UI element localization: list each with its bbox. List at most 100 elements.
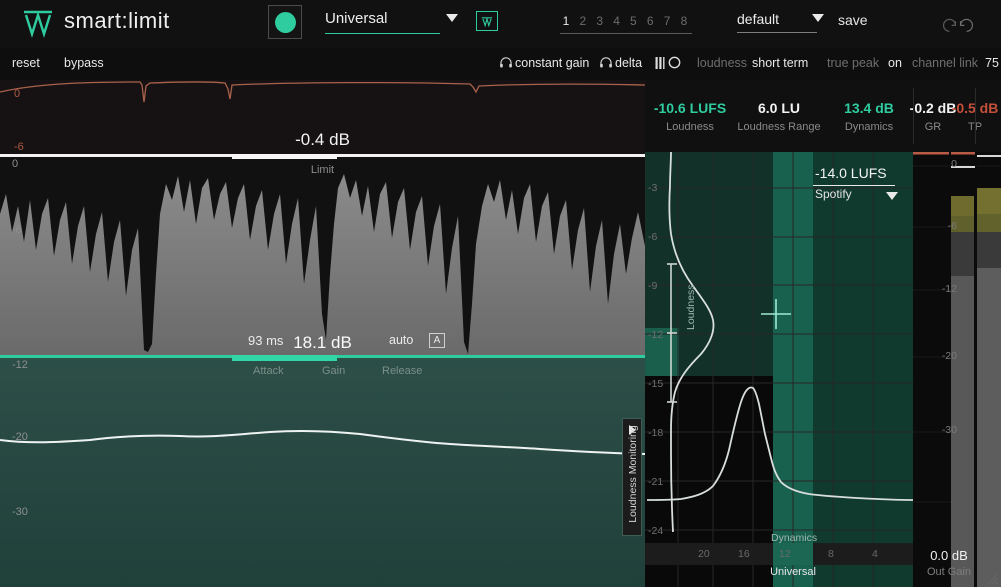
gain-handle[interactable] — [232, 355, 337, 361]
limit-label: Limit — [310, 164, 335, 176]
metric-label: Loudness — [666, 121, 714, 133]
chevron-down-icon[interactable] — [886, 192, 898, 200]
meter-scale--6: -6 — [947, 220, 957, 232]
preset-underline — [325, 33, 440, 34]
analyser-ytick--18: -18 — [648, 427, 664, 439]
preset-slot-2[interactable]: 2 — [577, 14, 589, 28]
release-value[interactable]: auto — [389, 333, 413, 347]
crosshair-icon — [761, 299, 791, 329]
waveform-ytick-20: -20 — [12, 431, 28, 443]
attack-label: Attack — [253, 365, 284, 377]
meter-scale-0: 0 — [951, 158, 957, 170]
header-bar: smart:limit Universal 12345678 default s… — [0, 0, 1001, 48]
delta-toggle[interactable]: delta — [615, 56, 642, 70]
slots-underline — [560, 33, 692, 34]
waveform-panel: 0 -6 0 -6 -12 -20 -30 -0.4 dB Limit 93 m… — [0, 80, 646, 587]
ab-underline — [737, 32, 817, 33]
headphones-icon — [600, 57, 612, 68]
platform-select[interactable]: Spotify — [815, 187, 852, 201]
plugin-window: smart:limit Universal 12345678 default s… — [0, 0, 1001, 587]
preset-slots[interactable]: 12345678 — [560, 14, 690, 28]
metric-divider — [975, 88, 976, 144]
analyser-ytick--12: -12 — [648, 329, 664, 341]
limit-control[interactable]: -0.4 dB Limit — [0, 130, 645, 176]
metric-value: -10.6 LUFS — [653, 100, 727, 116]
preset-slot-8[interactable]: 8 — [678, 14, 690, 28]
meter-scale--20: -20 — [941, 350, 957, 362]
metric-loudness: -10.6 LUFS Loudness — [645, 100, 735, 133]
power-indicator — [275, 12, 296, 33]
loudness-mode-label[interactable]: loudness — [697, 56, 747, 70]
preset-slot-6[interactable]: 6 — [644, 14, 656, 28]
control-subbar: reset bypass constant gain delta loudnes… — [0, 48, 1001, 80]
limit-handle[interactable] — [232, 154, 337, 159]
analyser-ytick--9: -9 — [648, 280, 658, 292]
reset-button[interactable]: reset — [12, 56, 40, 70]
limit-value: -0.4 dB — [295, 130, 350, 149]
analyser-graphics — [645, 152, 913, 587]
loudness-monitoring-tab[interactable]: Loudness Monitoring — [622, 418, 642, 536]
circle-reset-icon[interactable] — [668, 56, 681, 69]
true-peak-label[interactable]: true peak — [827, 56, 879, 70]
analyser-ytick--3: -3 — [648, 182, 658, 194]
analyser-ytick--6: -6 — [648, 231, 658, 243]
waveform-display[interactable]: 0 -6 -12 -20 -30 -0.4 dB Limit 93 ms 18.… — [0, 130, 645, 587]
gain-value[interactable]: 18.1 dB — [0, 333, 645, 353]
waveform-ytick-12: -12 — [12, 359, 28, 371]
save-button[interactable]: save — [838, 12, 868, 28]
meter-scale--12: -12 — [941, 283, 957, 295]
chevron-down-icon[interactable] — [446, 14, 458, 22]
analyser-xtick-4: 4 — [872, 548, 878, 560]
preset-slot-7[interactable]: 7 — [661, 14, 673, 28]
analyser-xtick-20: 20 — [698, 548, 710, 560]
headphones-icon — [500, 57, 512, 68]
redo-icon[interactable] — [958, 16, 975, 33]
preset-slot-3[interactable]: 3 — [594, 14, 606, 28]
power-toggle-icon[interactable] — [268, 5, 302, 39]
gain-label: Gain — [322, 365, 346, 377]
preset-slot-5[interactable]: 5 — [627, 14, 639, 28]
out-gain-value[interactable]: 0.0 dB — [913, 548, 985, 563]
channel-link-label[interactable]: channel link — [912, 56, 978, 70]
target-loudness-value: -14.0 LUFS — [815, 165, 887, 181]
metric-tp: -0.5 dB TP — [930, 100, 1001, 133]
waveform-ytick-30: -30 — [12, 506, 28, 518]
analyser-xtick-8: 8 — [828, 548, 834, 560]
chevron-down-icon[interactable] — [812, 14, 824, 22]
metric-loudness-range: 6.0 LU Loudness Range — [734, 100, 824, 133]
analyser-ytick--15: -15 — [648, 378, 664, 390]
channel-link-value[interactable]: 75 — [985, 56, 999, 70]
analyser-xtick-12: 12 — [779, 548, 791, 560]
out-gain-label: Out Gain — [926, 566, 972, 578]
metrics-bar: -10.6 LUFS Loudness 6.0 LU Loudness Range 13… — [645, 80, 1001, 152]
analyser-ytick--24: -24 — [648, 525, 664, 537]
short-term-toggle[interactable]: short term — [752, 56, 808, 70]
preset-slot-4[interactable]: 4 — [611, 14, 623, 28]
loudness-axis-label: Loudness — [685, 284, 697, 330]
metric-value: 6.0 LU — [757, 100, 800, 116]
analyser-ytick--21: -21 — [648, 476, 664, 488]
loudness-dynamics-analyser[interactable]: -3 -6 -9 -12 -15 -18 -21 -24 Loudness Dy… — [645, 152, 913, 587]
undo-icon[interactable] — [941, 16, 958, 33]
constant-gain-toggle[interactable]: constant gain — [515, 56, 589, 70]
sonible-badge-icon[interactable] — [476, 11, 498, 31]
app-title: smart:limit — [64, 8, 170, 33]
metric-label: Loudness Range — [737, 121, 821, 133]
pause-icon[interactable] — [655, 57, 665, 69]
meter-graphics — [913, 152, 1001, 587]
resize-grip-icon[interactable] — [983, 569, 999, 585]
target-underline — [813, 185, 895, 186]
true-peak-on-toggle[interactable]: on — [888, 56, 902, 70]
preset-select[interactable]: Universal — [325, 10, 445, 27]
ab-preset-select[interactable]: default — [737, 11, 779, 27]
metric-label: TP — [930, 121, 1001, 133]
bypass-button[interactable]: bypass — [64, 56, 104, 70]
gain-control[interactable]: 93 ms 18.1 dB auto A Attack Gain Release — [0, 333, 645, 377]
loudness-monitoring-label: Loudness Monitoring — [627, 425, 639, 523]
waveform-ytick-6: -6 — [12, 224, 22, 236]
meter-scale--30: -30 — [941, 424, 957, 436]
distortion-tick-0: 0 — [14, 88, 21, 100]
preset-slot-1[interactable]: 1 — [560, 14, 572, 28]
output-meters: 0 -6 -12 -20 -30 — [913, 152, 1001, 587]
auto-release-badge[interactable]: A — [429, 333, 445, 348]
